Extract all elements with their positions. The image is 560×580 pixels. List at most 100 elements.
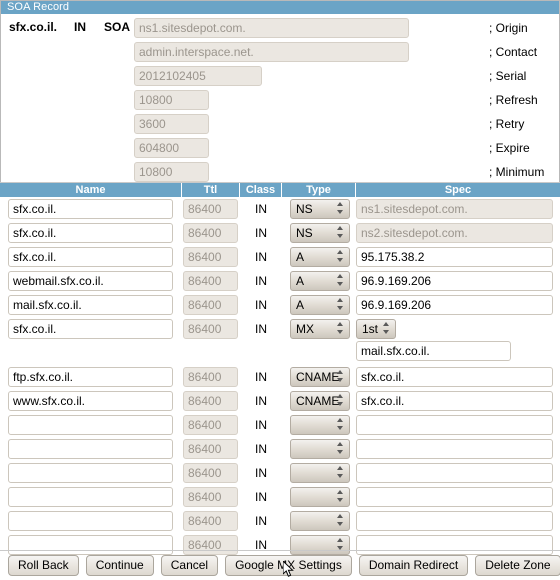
cell-name xyxy=(0,317,182,341)
cell-name xyxy=(0,413,182,437)
record-ttl-input[interactable] xyxy=(183,463,238,483)
soa-contact-input[interactable] xyxy=(134,42,409,62)
record-type-select[interactable]: NS xyxy=(290,199,350,219)
record-ttl-input[interactable] xyxy=(183,247,238,267)
record-spec-input[interactable] xyxy=(356,295,553,315)
record-name-input[interactable] xyxy=(8,463,173,483)
soa-expire-input[interactable] xyxy=(134,138,209,158)
cell-ttl xyxy=(182,293,240,317)
cell-name xyxy=(0,221,182,245)
record-spec-input[interactable] xyxy=(356,223,553,243)
record-ttl-input[interactable] xyxy=(183,415,238,435)
soa-retry-input[interactable] xyxy=(134,114,209,134)
record-ttl-input[interactable] xyxy=(183,271,238,291)
record-name-input[interactable] xyxy=(8,271,173,291)
spinner-arrows-icon xyxy=(383,322,390,338)
cell-name xyxy=(0,269,182,293)
table-row: IN CNAME xyxy=(0,365,560,389)
record-type-select[interactable]: MX xyxy=(290,319,350,339)
cell-type: A xyxy=(282,245,356,269)
cancel-button[interactable]: Cancel xyxy=(160,555,219,576)
record-ttl-input[interactable] xyxy=(183,199,238,219)
record-type-select[interactable] xyxy=(290,511,350,531)
record-class-label: IN xyxy=(255,370,267,384)
record-name-input[interactable] xyxy=(8,367,173,387)
record-ttl-input[interactable] xyxy=(183,391,238,411)
cell-ttl xyxy=(182,365,240,389)
record-type-select[interactable]: A xyxy=(290,271,350,291)
record-spec-input[interactable] xyxy=(356,271,553,291)
cell-type: CNAME xyxy=(282,389,356,413)
record-class-label: IN xyxy=(255,394,267,408)
record-name-input[interactable] xyxy=(8,295,173,315)
soa-serial-input[interactable] xyxy=(134,66,262,86)
record-class-label: IN xyxy=(255,298,267,312)
record-type-select[interactable] xyxy=(290,439,350,459)
record-name-input[interactable] xyxy=(8,199,173,219)
soa-label-refresh: ; Refresh xyxy=(489,93,538,107)
google-mx-settings-button[interactable]: Google MX Settings xyxy=(225,555,352,576)
record-name-input[interactable] xyxy=(8,391,173,411)
soa-label-serial: ; Serial xyxy=(489,69,527,83)
record-ttl-input[interactable] xyxy=(183,295,238,315)
spinner-arrows-icon xyxy=(337,298,344,314)
record-spec-input[interactable] xyxy=(356,439,553,459)
record-spec-input[interactable] xyxy=(356,487,553,507)
cell-spec xyxy=(356,269,560,293)
record-name-input[interactable] xyxy=(8,247,173,267)
spinner-arrows-icon xyxy=(337,442,344,458)
record-type-select[interactable] xyxy=(290,415,350,435)
record-ttl-input[interactable] xyxy=(183,223,238,243)
record-name-input[interactable] xyxy=(8,415,173,435)
record-spec-input[interactable] xyxy=(356,247,553,267)
record-type-select[interactable]: CNAME xyxy=(290,391,350,411)
record-type-select[interactable]: A xyxy=(290,247,350,267)
cell-spec xyxy=(356,197,560,221)
record-name-input[interactable] xyxy=(8,223,173,243)
table-row: IN xyxy=(0,485,560,509)
record-class-label: IN xyxy=(255,442,267,456)
record-spec-input[interactable] xyxy=(356,367,553,387)
spinner-arrows-icon xyxy=(337,394,344,410)
cell-name xyxy=(0,485,182,509)
cell-type: MX xyxy=(282,317,356,341)
record-name-input[interactable] xyxy=(8,319,173,339)
soa-panel-title: SOA Record xyxy=(1,1,559,14)
mx-priority-select[interactable]: 1st xyxy=(356,319,396,339)
soa-refresh-input[interactable] xyxy=(134,90,209,110)
table-row: IN xyxy=(0,413,560,437)
record-name-input[interactable] xyxy=(8,511,173,531)
record-name-input[interactable] xyxy=(8,487,173,507)
record-ttl-input[interactable] xyxy=(183,367,238,387)
record-type-value: NS xyxy=(296,226,313,240)
record-type-select[interactable]: CNAME xyxy=(290,367,350,387)
cell-ttl xyxy=(182,461,240,485)
record-spec-input[interactable] xyxy=(356,391,553,411)
record-spec-input[interactable] xyxy=(356,415,553,435)
table-row: IN NS xyxy=(0,197,560,221)
record-name-input[interactable] xyxy=(8,439,173,459)
record-spec-input[interactable] xyxy=(356,199,553,219)
record-type-value: CNAME xyxy=(296,394,340,408)
soa-minimum-input[interactable] xyxy=(134,162,209,182)
record-spec-input[interactable] xyxy=(356,341,511,361)
record-type-select[interactable] xyxy=(290,487,350,507)
soa-origin-input[interactable] xyxy=(134,18,409,38)
record-ttl-input[interactable] xyxy=(183,319,238,339)
roll-back-button[interactable]: Roll Back xyxy=(8,555,79,576)
delete-zone-button[interactable]: Delete Zone xyxy=(475,555,560,576)
record-type-select[interactable] xyxy=(290,463,350,483)
soa-label-contact: ; Contact xyxy=(489,45,538,59)
record-ttl-input[interactable] xyxy=(183,487,238,507)
spinner-arrows-icon xyxy=(337,466,344,482)
soa-record-class: IN xyxy=(74,20,86,34)
domain-redirect-button[interactable]: Domain Redirect xyxy=(358,555,469,576)
record-spec-input[interactable] xyxy=(356,511,553,531)
record-type-select[interactable]: NS xyxy=(290,223,350,243)
record-ttl-input[interactable] xyxy=(183,511,238,531)
soa-field-row-expire xyxy=(134,138,409,162)
continue-button[interactable]: Continue xyxy=(85,555,154,576)
record-spec-input[interactable] xyxy=(356,463,553,483)
record-type-select[interactable]: A xyxy=(290,295,350,315)
record-ttl-input[interactable] xyxy=(183,439,238,459)
